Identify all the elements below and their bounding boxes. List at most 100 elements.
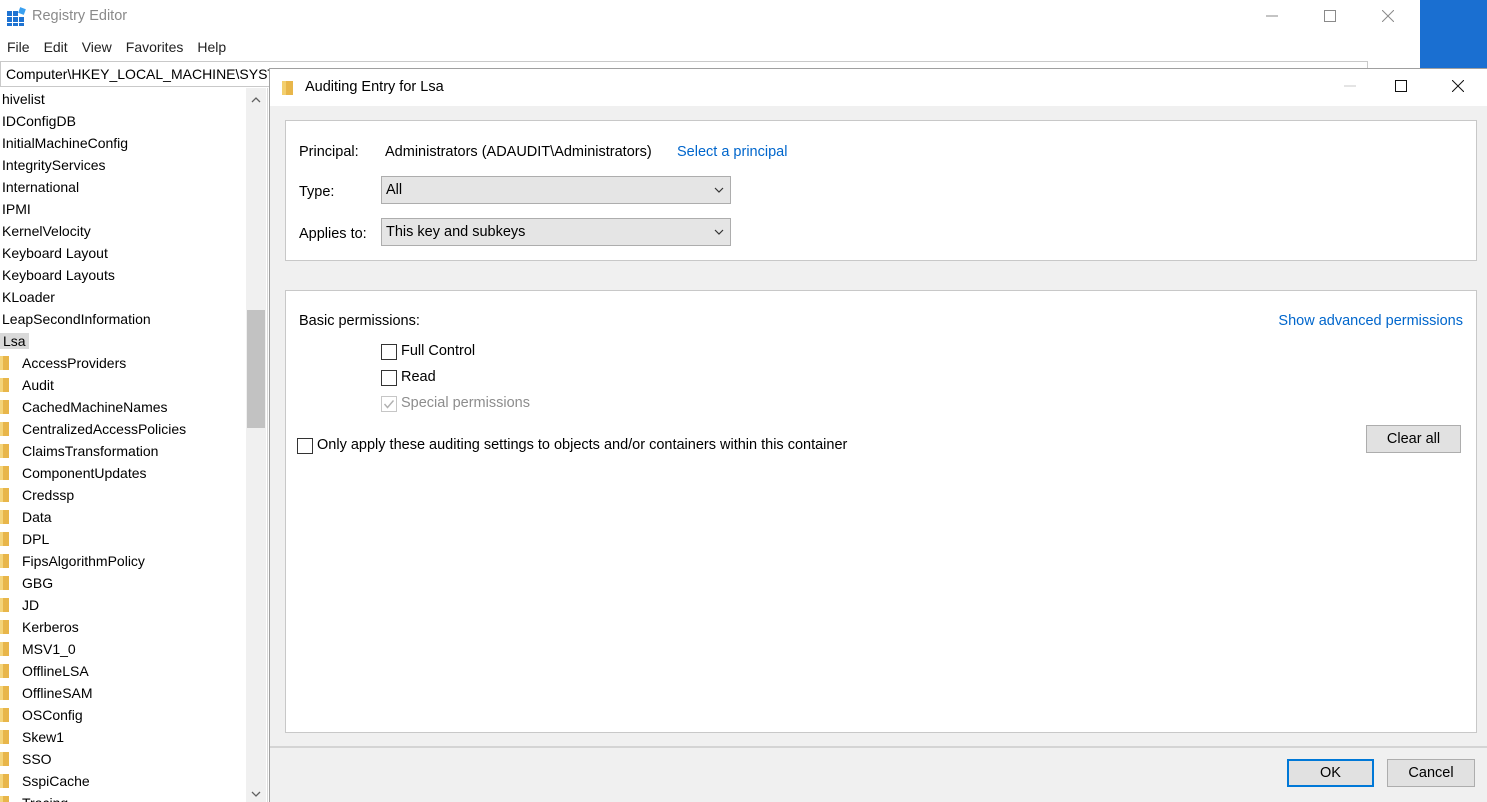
tree-item-label: Keyboard Layouts xyxy=(2,267,115,283)
tree-item-label: OfflineLSA xyxy=(22,663,89,679)
select-principal-link[interactable]: Select a principal xyxy=(677,144,787,160)
dialog-title: Auditing Entry for Lsa xyxy=(305,79,444,95)
tree-item[interactable]: KLoader xyxy=(0,286,246,308)
tree-item[interactable]: OfflineLSA xyxy=(0,660,246,682)
tree-item[interactable]: GBG xyxy=(0,572,246,594)
registry-close-button[interactable] xyxy=(1360,0,1418,34)
menu-file[interactable]: File xyxy=(0,36,37,60)
tree-item[interactable]: IntegrityServices xyxy=(0,154,246,176)
close-icon xyxy=(1382,10,1394,22)
tree-item[interactable]: Keyboard Layouts xyxy=(0,264,246,286)
tree-item[interactable]: hivelist xyxy=(0,88,246,110)
menu-help[interactable]: Help xyxy=(190,36,233,60)
checkbox-box[interactable] xyxy=(381,370,397,386)
tree-item[interactable]: Tracing xyxy=(0,792,246,802)
scrollbar-thumb[interactable] xyxy=(247,310,265,428)
show-advanced-permissions-link[interactable]: Show advanced permissions xyxy=(1278,313,1463,329)
applies-to-dropdown[interactable]: This key and subkeys xyxy=(381,218,731,246)
tree-item-label: DPL xyxy=(22,531,50,547)
folder-icon xyxy=(0,532,9,546)
full-control-checkbox[interactable]: Full Control xyxy=(381,342,581,362)
tree-item-label: InitialMachineConfig xyxy=(2,135,129,151)
tree-item[interactable]: SspiCache xyxy=(0,770,246,792)
tree-item[interactable]: CachedMachineNames xyxy=(0,396,246,418)
registry-maximize-button[interactable] xyxy=(1302,0,1360,34)
tree-item[interactable]: MSV1_0 xyxy=(0,638,246,660)
type-dropdown[interactable]: All xyxy=(381,176,731,204)
tree-item[interactable]: Keyboard Layout xyxy=(0,242,246,264)
folder-icon xyxy=(0,730,9,744)
cancel-button[interactable]: Cancel xyxy=(1387,759,1475,787)
maximize-icon xyxy=(1395,80,1407,92)
folder-icon xyxy=(0,356,9,370)
read-checkbox[interactable]: Read xyxy=(381,368,581,388)
special-permissions-label: Special permissions xyxy=(401,395,530,411)
tree-item-label: SSO xyxy=(22,751,52,767)
tree-item-label: GBG xyxy=(22,575,54,591)
tree-item[interactable]: Kerberos xyxy=(0,616,246,638)
tree-item[interactable]: IPMI xyxy=(0,198,246,220)
scroll-up-icon[interactable] xyxy=(246,90,266,110)
address-path: Computer\HKEY_LOCAL_MACHINE\SYST xyxy=(6,66,276,82)
tree-item-label: KLoader xyxy=(2,289,55,305)
menu-favorites[interactable]: Favorites xyxy=(119,36,191,60)
tree-item[interactable]: Audit xyxy=(0,374,246,396)
folder-icon xyxy=(0,510,9,524)
tree-item[interactable]: SSO xyxy=(0,748,246,770)
only-apply-label: Only apply these auditing settings to ob… xyxy=(317,437,848,453)
scroll-down-icon[interactable] xyxy=(246,784,266,802)
tree-item[interactable]: KernelVelocity xyxy=(0,220,246,242)
registry-title-bar: Registry Editor xyxy=(0,0,1420,34)
only-apply-checkbox[interactable]: Only apply these auditing settings to ob… xyxy=(297,436,917,456)
tree-item-label: LeapSecondInformation xyxy=(2,311,151,327)
tree-item-label: IntegrityServices xyxy=(2,157,106,173)
tree-item-label: hivelist xyxy=(2,91,45,107)
dialog-maximize-button[interactable] xyxy=(1373,69,1431,106)
registry-editor-icon xyxy=(7,7,26,26)
registry-window-title: Registry Editor xyxy=(32,8,128,24)
folder-icon xyxy=(0,752,9,766)
tree-item[interactable]: JD xyxy=(0,594,246,616)
chevron-down-icon xyxy=(714,229,724,235)
checkbox-box[interactable] xyxy=(381,344,397,360)
tree-item[interactable]: ClaimsTransformation xyxy=(0,440,246,462)
dialog-close-button[interactable] xyxy=(1430,69,1487,106)
tree-item[interactable]: LeapSecondInformation xyxy=(0,308,246,330)
tree-item[interactable]: Data xyxy=(0,506,246,528)
read-label: Read xyxy=(401,369,436,385)
principal-value: Administrators (ADAUDIT\Administrators) xyxy=(385,144,652,160)
tree-item[interactable]: AccessProviders xyxy=(0,352,246,374)
tree-item[interactable]: CentralizedAccessPolicies xyxy=(0,418,246,440)
tree-item[interactable]: International xyxy=(0,176,246,198)
tree-item[interactable]: DPL xyxy=(0,528,246,550)
tree-item[interactable]: InitialMachineConfig xyxy=(0,132,246,154)
tree-item[interactable]: FipsAlgorithmPolicy xyxy=(0,550,246,572)
tree-item[interactable]: IDConfigDB xyxy=(0,110,246,132)
folder-icon xyxy=(0,378,9,392)
type-label: Type: xyxy=(299,184,335,200)
menu-edit[interactable]: Edit xyxy=(37,36,75,60)
tree-item[interactable]: OfflineSAM xyxy=(0,682,246,704)
chevron-down-icon xyxy=(714,187,724,193)
tree-item[interactable]: Credssp xyxy=(0,484,246,506)
registry-key-tree[interactable]: hivelist IDConfigDB InitialMachineConfig In… xyxy=(0,88,268,802)
menu-view[interactable]: View xyxy=(75,36,119,60)
registry-minimize-button[interactable] xyxy=(1244,0,1302,34)
folder-icon xyxy=(0,796,9,802)
folder-icon xyxy=(0,488,9,502)
ok-button[interactable]: OK xyxy=(1287,759,1374,787)
tree-item-label: FipsAlgorithmPolicy xyxy=(22,553,145,569)
tree-item[interactable]: OSConfig xyxy=(0,704,246,726)
tree-item-label: OfflineSAM xyxy=(22,685,93,701)
dialog-title-bar: Auditing Entry for Lsa xyxy=(270,69,1487,106)
checkbox-box[interactable] xyxy=(297,438,313,454)
tree-scrollbar[interactable] xyxy=(246,88,266,802)
clear-all-button[interactable]: Clear all xyxy=(1366,425,1461,453)
tree-item[interactable]: Lsa xyxy=(0,330,246,352)
folder-icon xyxy=(0,664,9,678)
tree-item-label: ClaimsTransformation xyxy=(22,443,159,459)
tree-item[interactable]: ComponentUpdates xyxy=(0,462,246,484)
checkmark-icon xyxy=(383,400,395,409)
folder-icon xyxy=(0,686,9,700)
tree-item[interactable]: Skew1 xyxy=(0,726,246,748)
